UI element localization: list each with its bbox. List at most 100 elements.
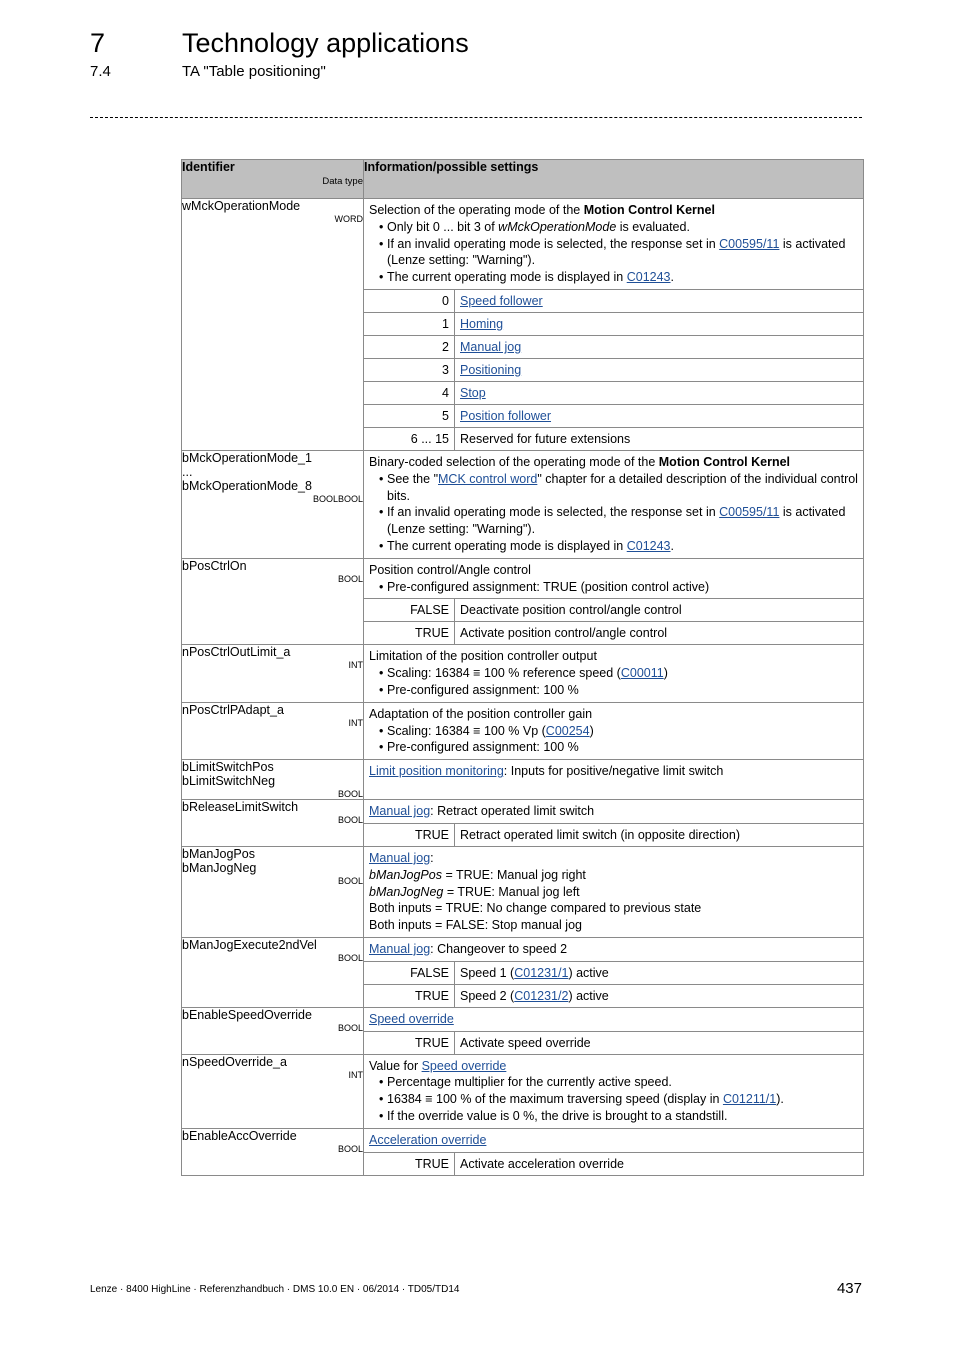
section-title: TA "Table positioning" [182,63,326,80]
link-c01243[interactable]: C01243 [627,270,671,284]
value-row: TRUE Speed 2 (C01231/2) active [364,983,863,1007]
value-row: TRUE Retract operated limit switch (in op… [364,822,863,846]
link-position-follower[interactable]: Position follower [460,409,551,423]
bullet: Scaling: 16384 ≡ 100 % reference speed (… [377,665,858,682]
header-info: Information/possible settings [363,159,864,199]
identifier-cell: bPosCtrlOn BOOL [181,557,364,646]
value-row: 1 Homing [364,311,863,336]
link-c00595-11[interactable]: C00595/11 [719,505,779,519]
link-c01211-1[interactable]: C01211/1 [723,1092,776,1106]
value-row: 4 Stop [364,380,863,405]
link-c01231-2[interactable]: C01231/2 [514,989,568,1003]
link-manual-jog[interactable]: Manual jog [369,804,430,818]
data-type: BOOL [337,952,363,963]
info-cell: Value for Speed override Percentage mult… [363,1053,864,1129]
link-c01243[interactable]: C01243 [627,539,671,553]
link-manual-jog[interactable]: Manual jog [369,942,430,956]
value-table: FALSE Deactivate position control/angle c… [364,598,863,645]
value-row: FALSE Deactivate position control/angle c… [364,598,863,622]
value-table: FALSE Speed 1 (C01231/1) active TRUE Speed… [364,960,863,1007]
identifier-cell: bLimitSwitchPos bLimitSwitchNeg BOOL [181,759,364,801]
identifier-cell: nSpeedOverride_a INT [181,1053,364,1129]
header-identifier: Identifier Data type [181,159,364,199]
bullet: Pre-configured assignment: TRUE (positio… [377,579,858,596]
table-row: nPosCtrlPAdapt_a INT Adaptation of the p… [181,701,864,761]
info-cell: Speed override TRUE Activate speed overri… [363,1006,864,1055]
bullet: See the "MCK control word" chapter for a… [377,471,858,505]
bullet: Scaling: 16384 ≡ 100 % Vp (C00254) [377,723,858,740]
info-cell: Limitation of the position controller ou… [363,644,864,703]
link-c00595-11[interactable]: C00595/11 [719,237,779,251]
identifier-cell: bReleaseLimitSwitch BOOL [181,799,364,847]
header-datatype: Data type [322,176,363,187]
link-limit-position-monitoring[interactable]: Limit position monitoring [369,764,504,778]
identifier: wMckOperationMode [182,199,301,213]
info-cell: Selection of the operating mode of the M… [363,198,864,451]
bullet: Pre-configured assignment: 100 % [377,682,858,699]
link-acceleration-override[interactable]: Acceleration override [369,1133,486,1147]
identifier-cell: nPosCtrlPAdapt_a INT [181,701,364,761]
table-row: bReleaseLimitSwitch BOOL Manual jog: Ret… [181,799,864,847]
table-row: bPosCtrlOn BOOL Position control/Angle c… [181,557,864,646]
page-number: 437 [836,1280,862,1297]
data-type: BOOL [337,875,363,886]
data-type: BOOL [337,573,363,584]
data-type: BOOL [337,1022,363,1033]
link-c00254[interactable]: C00254 [546,724,590,738]
identifier-cell: bManJogPos bManJogNeg BOOL [181,845,364,938]
identifier-cell: nPosCtrlOutLimit_a INT [181,644,364,703]
info-cell: Manual jog: Changeover to speed 2 FALSE S… [363,936,864,1008]
value-row: 0 Speed follower [364,288,863,313]
bullet: Percentage multiplier for the currently … [377,1074,858,1091]
bullet: If the override value is 0 %, the drive … [377,1108,858,1125]
value-table: TRUE Retract operated limit switch (in op… [364,822,863,846]
info-cell: Position control/Angle control Pre-confi… [363,557,864,646]
table-row: bEnableAccOverride BOOL Acceleration ove… [181,1127,864,1176]
identifier-cell: wMckOperationMode WORD [181,198,364,451]
table-row: bMckOperationMode_1 ... bMckOperationMod… [181,449,864,559]
value-row: 6 ... 15 Reserved for future extensions [364,426,863,450]
table-row: bManJogPos bManJogNeg BOOL Manual jog: b… [181,845,864,938]
table-row: nSpeedOverride_a INT Value for Speed ove… [181,1053,864,1129]
section-number: 7.4 [90,63,111,80]
identifier-cell: bEnableSpeedOverride BOOL [181,1006,364,1055]
link-homing[interactable]: Homing [460,317,503,331]
bullet: If an invalid operating mode is selected… [377,236,858,270]
table-header-row: Identifier Data type Information/possibl… [181,159,864,199]
bullet: The current operating mode is displayed … [377,538,858,555]
link-c01231-1[interactable]: C01231/1 [514,966,568,980]
link-speed-follower[interactable]: Speed follower [460,294,543,308]
link-manual-jog[interactable]: Manual jog [460,340,521,354]
info-cell: Adaptation of the position controller ga… [363,701,864,761]
link-manual-jog[interactable]: Manual jog [369,851,430,865]
table-row: bLimitSwitchPos bLimitSwitchNeg BOOL Lim… [181,759,864,801]
table-row: bManJogExecute2ndVel BOOL Manual jog: Ch… [181,936,864,1008]
link-c00011[interactable]: C00011 [621,666,664,680]
bullet: If an invalid operating mode is selected… [377,504,858,538]
bullet: 16384 ≡ 100 % of the maximum traversing … [377,1091,858,1108]
chapter-title: Technology applications [182,28,469,58]
data-type: WORD [334,214,364,224]
value-row: TRUE Activate position control/angle cont… [364,621,863,645]
value-table: TRUE Activate speed override [364,1030,863,1054]
value-row: 3 Positioning [364,357,863,382]
link-positioning[interactable]: Positioning [460,363,521,377]
data-type: BOOLBOOL [312,493,363,504]
data-type: INT [348,717,364,728]
chapter-number: 7 [90,28,106,58]
link-speed-override[interactable]: Speed override [369,1012,454,1026]
link-speed-override[interactable]: Speed override [422,1059,507,1073]
value-row: 5 Position follower [364,403,863,428]
identifier-cell: bEnableAccOverride BOOL [181,1127,364,1176]
data-type: BOOL [337,789,363,800]
header-divider [90,117,862,118]
link-stop[interactable]: Stop [460,386,486,400]
value-row: FALSE Speed 1 (C01231/1) active [364,960,863,985]
data-type: BOOL [337,1143,363,1154]
link-mck-control-word[interactable]: MCK control word [438,472,537,486]
identifier-cell: bManJogExecute2ndVel BOOL [181,936,364,1008]
parameter-table: Identifier Data type Information/possibl… [181,159,864,1176]
bullet: Pre-configured assignment: 100 % [377,739,858,756]
value-row: TRUE Activate acceleration override [364,1151,863,1175]
info-cell: Limit position monitoring: Inputs for po… [363,759,864,801]
